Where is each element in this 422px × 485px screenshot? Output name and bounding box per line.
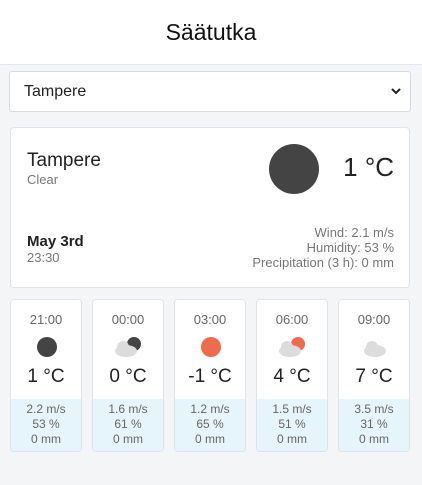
clear-night-icon xyxy=(11,335,81,359)
forecast-card: 00:00 0 °C 1.6 m/s 61 % 0 mm xyxy=(92,299,164,452)
forecast-precipitation: 0 mm xyxy=(359,432,389,446)
chevron-down-icon xyxy=(390,72,402,126)
current-humidity: Humidity: 53 % xyxy=(306,240,394,255)
forecast-precipitation: 0 mm xyxy=(277,432,307,446)
current-precipitation: Precipitation (3 h): 0 mm xyxy=(252,255,394,270)
forecast-card: 09:00 7 °C 3.5 m/s 31 % 0 mm xyxy=(338,299,410,452)
city-select-value: Tampere xyxy=(24,83,87,100)
current-wind: Wind: 2.1 m/s xyxy=(314,225,394,240)
current-description: Clear xyxy=(27,172,59,187)
forecast-humidity: 53 % xyxy=(32,417,60,431)
forecast-temperature: -1 °C xyxy=(188,366,232,387)
forecast-wind: 3.5 m/s xyxy=(354,402,394,416)
partly-cloudy-night-icon xyxy=(93,335,163,359)
forecast-list: 21:00 1 °C 2.2 m/s 53 % 0 mm 00:00 0 °C … xyxy=(10,299,412,452)
forecast-precipitation: 0 mm xyxy=(195,432,225,446)
forecast-temperature: 7 °C xyxy=(355,366,393,387)
forecast-time: 09:00 xyxy=(357,312,391,327)
forecast-details: 2.2 m/s 53 % 0 mm xyxy=(11,399,81,451)
app-title: Säätutka xyxy=(165,19,257,45)
forecast-card: 06:00 4 °C 1.5 m/s 51 % 0 mm xyxy=(256,299,328,452)
forecast-wind: 1.5 m/s xyxy=(272,402,312,416)
current-time: 23:30 xyxy=(27,250,60,265)
forecast-time: 21:00 xyxy=(29,312,63,327)
forecast-card: 21:00 1 °C 2.2 m/s 53 % 0 mm xyxy=(10,299,82,452)
forecast-time: 03:00 xyxy=(193,312,227,327)
cloud-icon xyxy=(339,335,409,359)
forecast-humidity: 65 % xyxy=(196,417,224,431)
clear-day-icon xyxy=(175,335,245,359)
forecast-details: 3.5 m/s 31 % 0 mm xyxy=(339,399,409,451)
forecast-temperature: 0 °C xyxy=(109,366,147,387)
current-details: Wind: 2.1 m/s Humidity: 53 % Precipitati… xyxy=(252,225,394,270)
forecast-card: 03:00 -1 °C 1.2 m/s 65 % 0 mm xyxy=(174,299,246,452)
forecast-time: 06:00 xyxy=(275,312,309,327)
partly-cloudy-day-icon xyxy=(257,335,327,359)
forecast-wind: 1.6 m/s xyxy=(108,402,148,416)
clear-night-icon xyxy=(269,144,319,194)
forecast-details: 1.5 m/s 51 % 0 mm xyxy=(257,399,327,451)
current-city: Tampere xyxy=(27,150,101,171)
forecast-wind: 1.2 m/s xyxy=(190,402,230,416)
current-temperature: 1 °C xyxy=(343,152,394,182)
current-weather-card: Tampere Clear 1 °C May 3rd 23:30 Wind: 2… xyxy=(10,127,410,288)
city-select[interactable]: Tampere xyxy=(9,71,411,112)
forecast-humidity: 51 % xyxy=(278,417,306,431)
forecast-precipitation: 0 mm xyxy=(31,432,61,446)
forecast-temperature: 1 °C xyxy=(27,366,65,387)
forecast-temperature: 4 °C xyxy=(273,366,311,387)
forecast-time: 00:00 xyxy=(111,312,145,327)
forecast-wind: 2.2 m/s xyxy=(26,402,66,416)
app-header: Säätutka xyxy=(0,0,422,65)
forecast-details: 1.2 m/s 65 % 0 mm xyxy=(175,399,245,451)
forecast-humidity: 61 % xyxy=(114,417,142,431)
forecast-humidity: 31 % xyxy=(360,417,388,431)
forecast-precipitation: 0 mm xyxy=(113,432,143,446)
current-date: May 3rd xyxy=(27,233,84,250)
forecast-details: 1.6 m/s 61 % 0 mm xyxy=(93,399,163,451)
